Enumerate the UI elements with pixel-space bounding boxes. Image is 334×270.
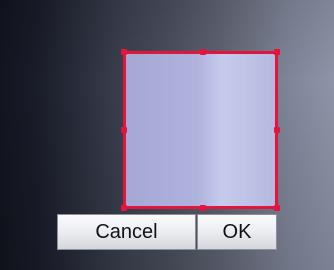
crop-selection-box[interactable]	[121, 49, 280, 211]
crop-handle-top-right[interactable]	[274, 49, 280, 55]
cancel-button[interactable]: Cancel	[57, 214, 196, 250]
crop-handle-bottom[interactable]	[200, 205, 206, 211]
crop-handle-bottom-right[interactable]	[274, 205, 280, 211]
camera-viewport: Cancel OK	[0, 0, 334, 270]
crop-handle-bottom-left[interactable]	[121, 205, 127, 211]
ok-button[interactable]: OK	[197, 214, 277, 250]
crop-handle-left[interactable]	[121, 127, 127, 133]
crop-handle-top[interactable]	[200, 49, 206, 55]
crop-handle-right[interactable]	[274, 127, 280, 133]
crop-handle-top-left[interactable]	[121, 49, 127, 55]
